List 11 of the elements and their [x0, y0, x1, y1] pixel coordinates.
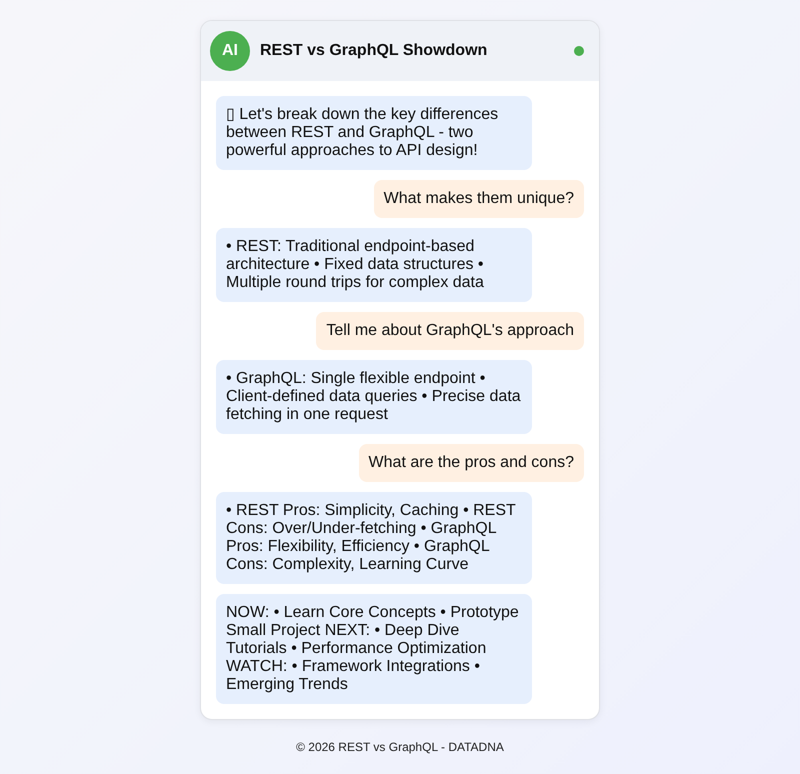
avatar: AI — [210, 31, 250, 71]
chat-title: REST vs GraphQL Showdown — [260, 42, 488, 60]
footer-text: © 2026 REST vs GraphQL - DATADNA — [296, 740, 504, 754]
bot-message: ▯ Let's break down the key differences between REST and GraphQL - two powerful approaches to API design! — [216, 96, 532, 170]
bot-message: • REST Pros: Simplicity, Caching • REST Cons: Over/Under-fetching • GraphQL Pros: Flexibility, Efficiency • GraphQL Cons: Complexity, Learning Curve — [216, 492, 532, 584]
user-message: Tell me about GraphQL's approach — [316, 312, 584, 350]
user-message: What makes them unique? — [374, 180, 584, 218]
bot-message: • REST: Traditional endpoint-based architecture • Fixed data structures • Multiple round trips for complex data — [216, 228, 532, 302]
bot-message: • GraphQL: Single flexible endpoint • Client-defined data queries • Precise data fetching in one request — [216, 360, 532, 434]
bot-message: NOW: • Learn Core Concepts • Prototype Small Project NEXT: • Deep Dive Tutorials • Performance Optimization WATCH: • Framework Integrations • Emerging Trends — [216, 594, 532, 704]
user-message: What are the pros and cons? — [358, 444, 584, 482]
